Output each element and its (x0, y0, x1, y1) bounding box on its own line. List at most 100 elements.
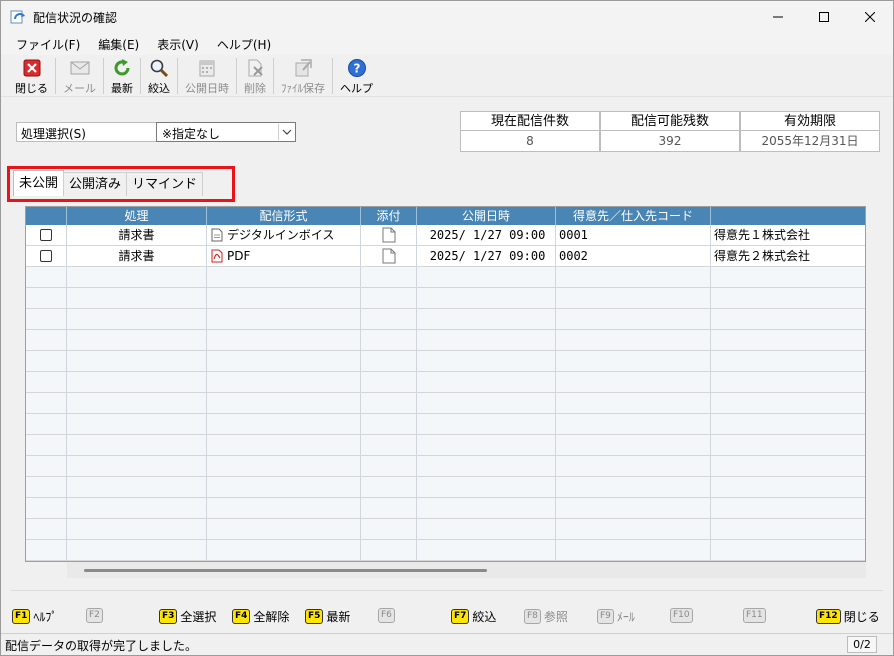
col-header-name[interactable] (711, 207, 865, 225)
tabs-highlight-frame (7, 166, 235, 202)
status-message: 配信データの取得が完了しました。 (5, 639, 198, 653)
empty-cell (556, 477, 711, 497)
empty-cell (207, 393, 361, 413)
file-save-icon (292, 58, 314, 78)
empty-cell (361, 267, 417, 287)
attachment-cell[interactable] (361, 225, 417, 245)
empty-cell (207, 351, 361, 371)
fkey-badge: F8 (524, 609, 541, 624)
menu-file[interactable]: ファイル(F) (1, 36, 89, 53)
col-header-process[interactable]: 処理 (67, 207, 207, 225)
empty-table-row (26, 477, 865, 498)
empty-cell (361, 309, 417, 329)
table-row[interactable]: 請求書 デジタルインボイス 2025/ 1/27 09:00 0001 得意先１… (26, 225, 865, 246)
empty-cell (417, 435, 556, 455)
process-select-dropdown[interactable]: ※指定なし (156, 122, 296, 142)
fkey-f5[interactable]: F5 最新 (305, 608, 350, 625)
fkey-f10[interactable]: F10 (670, 608, 696, 623)
col-header-publish-date[interactable]: 公開日時 (417, 207, 556, 225)
delete-toolbar-button[interactable]: 削除 (240, 55, 270, 97)
col-header-attachment[interactable]: 添付 (361, 207, 417, 225)
row-checkbox-cell (26, 246, 67, 266)
file-save-toolbar-button[interactable]: ﾌｧｲﾙ保存 (277, 55, 329, 97)
refresh-toolbar-button[interactable]: 最新 (107, 55, 137, 97)
empty-cell (26, 372, 67, 392)
fkey-f7[interactable]: F7 絞込 (451, 608, 496, 625)
toolbar-separator (177, 58, 178, 94)
chevron-down-icon[interactable] (278, 124, 294, 140)
stat-header: 現在配信件数 (460, 111, 600, 131)
minimize-icon (773, 16, 783, 18)
svg-text:?: ? (353, 62, 360, 76)
fkey-f6[interactable]: F6 (378, 608, 398, 623)
fkey-badge: F10 (670, 608, 693, 623)
table-row[interactable]: 請求書 PDF 2025/ 1/27 09:00 0002 得意先２株式会社 (26, 246, 865, 267)
empty-cell (361, 330, 417, 350)
empty-cell (711, 330, 865, 350)
close-window-button[interactable] (847, 1, 893, 33)
divider (11, 590, 883, 591)
fkey-f12[interactable]: F12 閉じる (816, 608, 880, 625)
title-bar: 配信状況の確認 (1, 1, 893, 33)
fkey-f3[interactable]: F3 全選択 (159, 608, 216, 625)
calendar-icon (196, 58, 218, 78)
empty-cell (26, 351, 67, 371)
close-toolbar-button[interactable]: 閉じる (11, 55, 52, 97)
empty-cell (417, 519, 556, 539)
empty-cell (361, 540, 417, 560)
empty-cell (26, 309, 67, 329)
empty-cell (556, 456, 711, 476)
empty-table-row (26, 288, 865, 309)
fkey-f11[interactable]: F11 (743, 608, 769, 623)
toolbar-separator (273, 58, 274, 94)
fkey-f1[interactable]: F1 ﾍﾙﾌﾟ (12, 608, 57, 625)
fkey-f9[interactable]: F9 ﾒｰﾙ (597, 608, 635, 625)
empty-cell (207, 288, 361, 308)
stat-value: 2055年12月31日 (740, 131, 880, 152)
empty-cell (26, 435, 67, 455)
fkey-f2[interactable]: F2 (86, 608, 106, 623)
stat-header: 有効期限 (740, 111, 880, 131)
attachment-doc-icon (382, 248, 395, 264)
empty-cell (417, 393, 556, 413)
fkey-label: 全解除 (253, 610, 290, 624)
help-toolbar-button[interactable]: ? ヘルプ (336, 55, 377, 97)
stat-header: 配信可能残数 (600, 111, 740, 131)
maximize-button[interactable] (801, 1, 847, 33)
empty-cell (711, 351, 865, 371)
empty-cell (207, 372, 361, 392)
col-header-check[interactable] (26, 207, 67, 225)
code-cell: 0002 (556, 246, 711, 266)
empty-cell (361, 519, 417, 539)
minimize-button[interactable] (755, 1, 801, 33)
col-header-code[interactable]: 得意先／仕入先コード (556, 207, 711, 225)
publish-date-cell: 2025/ 1/27 09:00 (417, 246, 556, 266)
empty-cell (711, 456, 865, 476)
empty-table-row (26, 540, 865, 561)
fkey-f8[interactable]: F8 参照 (524, 608, 568, 625)
fkey-f4[interactable]: F4 全解除 (232, 608, 289, 625)
stat-expiry: 有効期限 2055年12月31日 (740, 111, 880, 152)
empty-table-row (26, 435, 865, 456)
row-checkbox[interactable] (40, 229, 52, 241)
empty-cell (361, 351, 417, 371)
col-header-format[interactable]: 配信形式 (207, 207, 361, 225)
mail-toolbar-button[interactable]: メール (59, 55, 100, 97)
empty-cell (556, 435, 711, 455)
name-cell: 得意先１株式会社 (714, 228, 811, 242)
horizontal-scrollbar[interactable] (67, 562, 866, 578)
filter-toolbar-button[interactable]: 絞込 (144, 55, 174, 97)
menu-help[interactable]: ヘルプ(H) (208, 36, 280, 53)
format-cell: PDF (207, 246, 361, 266)
publish-date-toolbar-button[interactable]: 公開日時 (181, 55, 233, 97)
row-checkbox[interactable] (40, 250, 52, 262)
scrollbar-thumb[interactable] (84, 569, 487, 572)
empty-table-row (26, 309, 865, 330)
process-select-value: ※指定なし (162, 127, 221, 141)
menu-edit[interactable]: 編集(E) (89, 36, 148, 53)
empty-table-row (26, 267, 865, 288)
fkey-badge: F6 (378, 608, 395, 623)
menu-view[interactable]: 表示(V) (148, 36, 208, 53)
status-bar: 配信データの取得が完了しました。 0/2 (1, 633, 893, 655)
attachment-cell[interactable] (361, 246, 417, 266)
